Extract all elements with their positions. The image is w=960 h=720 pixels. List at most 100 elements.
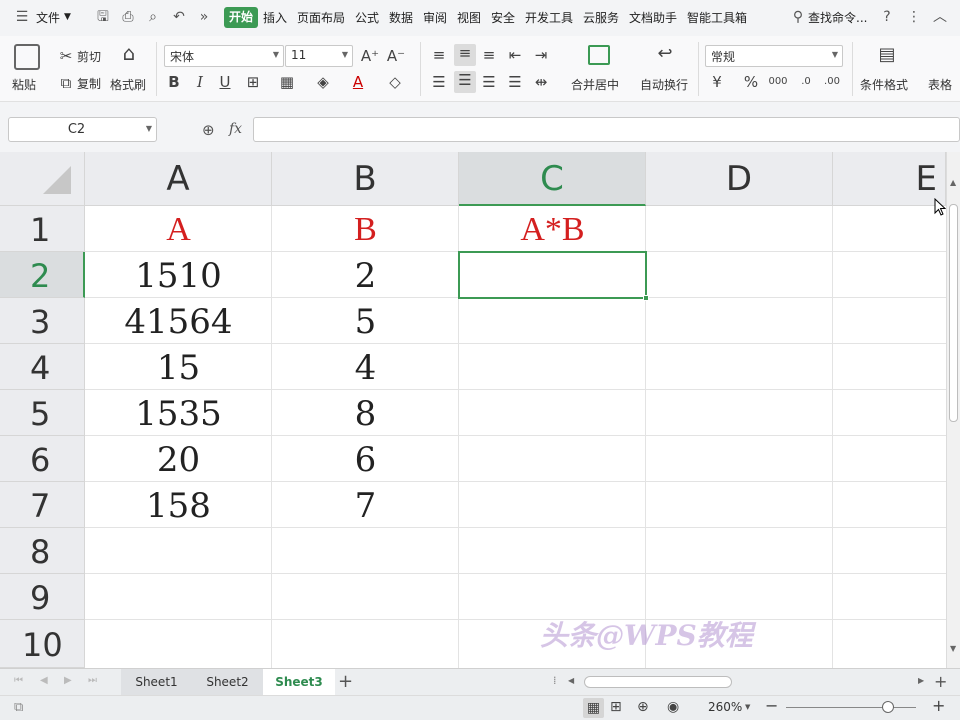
zoom-slider-thumb[interactable]	[882, 701, 894, 713]
currency-icon[interactable]: ¥	[708, 73, 726, 91]
row-header-7[interactable]: 7	[0, 482, 85, 528]
font-color-icon[interactable]: A	[350, 73, 366, 91]
clear-format-icon[interactable]: ◇	[386, 73, 404, 91]
number-format-select[interactable]: 常规 ▼	[705, 45, 843, 67]
tab-view[interactable]: 视图	[457, 9, 481, 26]
increase-decimal-icon[interactable]: .0	[796, 73, 816, 91]
cell-b7[interactable]: 7	[272, 482, 459, 528]
scroll-up-icon[interactable]: ▲	[950, 178, 956, 187]
more-options-icon[interactable]: ⋮	[906, 9, 922, 25]
row-header-4[interactable]: 4	[0, 344, 85, 390]
decrease-font-icon[interactable]: A⁻	[386, 47, 406, 65]
paste-button[interactable]: 粘贴	[12, 76, 36, 93]
copy-button[interactable]: 复制	[77, 75, 101, 92]
cell-b2[interactable]: 2	[272, 252, 459, 298]
column-header-a[interactable]: A	[85, 152, 272, 206]
fill-color-icon[interactable]: ◈	[314, 73, 332, 91]
chevron-down-icon[interactable]: ▼	[64, 12, 71, 22]
merge-style-icon[interactable]: ▦	[278, 73, 296, 91]
zoom-slider-track[interactable]	[786, 707, 916, 708]
sheet-tab-1[interactable]: Sheet1	[121, 669, 192, 695]
cell-a4[interactable]: 15	[85, 344, 272, 390]
justify-icon[interactable]: ☰	[506, 73, 524, 91]
cell-a2[interactable]: 1510	[85, 252, 272, 298]
cut-button[interactable]: 剪切	[77, 48, 101, 65]
underline-icon[interactable]: U	[217, 73, 233, 91]
scroll-left-icon[interactable]: ◀	[568, 676, 574, 685]
tab-page-layout[interactable]: 页面布局	[297, 9, 345, 26]
column-header-d[interactable]: D	[646, 152, 833, 206]
cell-a3[interactable]: 41564	[85, 298, 272, 344]
active-cell-c2[interactable]	[458, 251, 649, 301]
cell-a7[interactable]: 158	[85, 482, 272, 528]
cell-a6[interactable]: 20	[85, 436, 272, 482]
cell-b5[interactable]: 8	[272, 390, 459, 436]
font-name-select[interactable]: 宋体 ▼	[164, 45, 284, 67]
decrease-decimal-icon[interactable]: .00	[822, 73, 842, 91]
borders-icon[interactable]: ⊞	[244, 73, 262, 91]
column-header-c[interactable]: C	[459, 152, 646, 206]
align-center-icon[interactable]: ☰	[454, 71, 476, 93]
sheet-tab-2[interactable]: Sheet2	[192, 669, 263, 695]
print-icon[interactable]: ⎙	[120, 9, 136, 25]
column-header-b[interactable]: B	[272, 152, 459, 206]
align-left-icon[interactable]: ☰	[430, 73, 448, 91]
row-header-8[interactable]: 8	[0, 528, 85, 574]
scissors-icon[interactable]: ✂	[58, 47, 74, 65]
row-header-9[interactable]: 9	[0, 574, 85, 620]
merge-center-button[interactable]: 合并居中	[571, 76, 619, 93]
column-header-e[interactable]: E	[833, 152, 946, 206]
vertical-scroll-thumb[interactable]	[949, 204, 958, 422]
bold-icon[interactable]: B	[166, 73, 182, 91]
percent-icon[interactable]: %	[742, 73, 760, 91]
select-all-corner[interactable]	[0, 152, 85, 206]
align-bottom-icon[interactable]: ≡	[480, 46, 498, 64]
vertical-scrollbar[interactable]: ▲ ▼	[946, 152, 960, 668]
paste-icon[interactable]	[14, 44, 40, 70]
first-sheet-icon[interactable]: ⏮	[14, 675, 23, 686]
tab-home[interactable]: 开始	[224, 7, 258, 28]
add-sheet-icon[interactable]: +	[338, 671, 353, 692]
distribute-icon[interactable]: ⇹	[532, 73, 550, 91]
row-header-1[interactable]: 1	[0, 206, 85, 252]
normal-view-icon[interactable]: ▦	[583, 698, 604, 718]
print-preview-icon[interactable]: ⌕	[145, 9, 161, 25]
align-middle-icon[interactable]: ≡	[454, 44, 476, 66]
spreadsheet-grid[interactable]: A B C D E 1 2 3 4 5 6 7 8 9 10 A B A*B 1…	[0, 152, 946, 668]
page-break-view-icon[interactable]: ⊞	[610, 699, 622, 715]
macro-record-icon[interactable]: ⧉	[14, 700, 23, 715]
format-painter-icon[interactable]: ⌂	[118, 43, 140, 63]
split-handle-icon[interactable]: ⁞	[553, 674, 557, 687]
help-icon[interactable]: ?	[879, 9, 895, 25]
hamburger-menu-icon[interactable]: ☰	[14, 9, 30, 25]
fx-button[interactable]: fx	[229, 121, 242, 137]
increase-indent-icon[interactable]: ⇥	[532, 46, 550, 64]
tab-data[interactable]: 数据	[389, 9, 413, 26]
tab-smart-toolbox[interactable]: 智能工具箱	[687, 9, 747, 26]
horizontal-scroll-thumb[interactable]	[584, 676, 732, 688]
eye-protection-icon[interactable]: ◉	[667, 699, 679, 715]
last-sheet-icon[interactable]: ⏭	[88, 675, 97, 686]
wrap-text-button[interactable]: 自动换行	[640, 76, 688, 93]
align-top-icon[interactable]: ≡	[430, 46, 448, 64]
next-sheet-icon[interactable]: ▶	[64, 675, 72, 686]
tab-cloud[interactable]: 云服务	[583, 9, 619, 26]
row-header-6[interactable]: 6	[0, 436, 85, 482]
increase-font-icon[interactable]: A⁺	[360, 47, 380, 65]
align-right-icon[interactable]: ☰	[480, 73, 498, 91]
row-header-5[interactable]: 5	[0, 390, 85, 436]
cell-a5[interactable]: 1535	[85, 390, 272, 436]
fill-handle[interactable]	[643, 295, 649, 301]
name-box[interactable]: C2 ▼	[8, 117, 157, 142]
row-header-10[interactable]: 10	[0, 620, 85, 668]
tab-formulas[interactable]: 公式	[355, 9, 379, 26]
cell-a1[interactable]: A	[85, 206, 272, 252]
formula-input[interactable]	[253, 117, 960, 142]
decrease-indent-icon[interactable]: ⇤	[506, 46, 524, 64]
save-icon[interactable]: 🖫	[95, 9, 111, 25]
sheet-tab-3[interactable]: Sheet3	[263, 669, 335, 695]
menu-file[interactable]: 文件	[36, 9, 60, 26]
zoom-out-icon[interactable]: −	[765, 696, 778, 715]
zoom-level[interactable]: 260%	[708, 700, 742, 714]
add-column-icon[interactable]: +	[934, 672, 947, 691]
